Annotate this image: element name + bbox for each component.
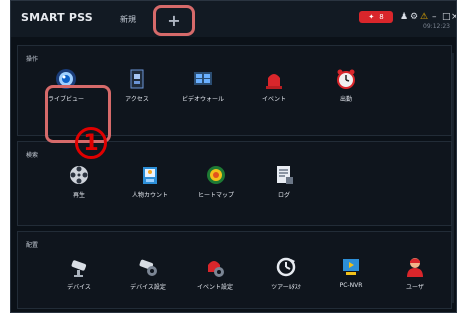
menu-item-event[interactable]: イベント: [244, 68, 304, 103]
tour-task-label: ツアーﾙﾀｽｸ: [271, 284, 301, 291]
menu-item-device[interactable]: デバイス: [49, 256, 109, 291]
close-icon[interactable]: ×: [451, 11, 456, 23]
menu-item-log[interactable]: ログ: [254, 164, 314, 199]
alarm-notification-badge[interactable]: ✦ 8: [359, 11, 393, 23]
attendance-label: 出勤: [339, 96, 352, 103]
section-label-search: 検索: [26, 152, 39, 159]
tab-home[interactable]: 新規: [120, 14, 136, 25]
user-icon[interactable]: ♟: [400, 11, 408, 23]
device-config-label: デバイス設定: [130, 284, 166, 291]
heatmap-label: ヒートマップ: [197, 192, 234, 199]
pc-nvr-label: PC-NVR: [339, 282, 363, 289]
menu-item-event-config[interactable]: イベント設定: [185, 256, 245, 291]
section-config: 配置 デバイス デバイス設定 イベント設定 ツアーﾙﾀｽｸ PC-NVR ユーザ: [17, 231, 452, 309]
settings-icon[interactable]: ⚙: [410, 11, 418, 23]
alarm-icon: ✦: [368, 13, 375, 21]
menu-item-device-config[interactable]: デバイス設定: [118, 256, 178, 291]
log-label: ログ: [277, 192, 290, 199]
event-label: イベント: [261, 96, 286, 103]
menu-item-videowall[interactable]: ビデオウォール: [173, 68, 233, 103]
menu-item-pc-nvr[interactable]: PC-NVR: [321, 256, 381, 289]
maximize-icon[interactable]: □: [442, 11, 451, 23]
event-config-label: イベント設定: [196, 284, 233, 291]
clock: 09:12:23: [423, 23, 450, 30]
pc-nvr-icon: [340, 256, 362, 278]
heatmap-icon: [205, 164, 227, 186]
access-icon: [126, 68, 148, 90]
video-wall-icon: [192, 68, 214, 90]
device-label: デバイス: [67, 284, 91, 291]
camera-settings-icon: [137, 256, 159, 278]
camera-device-icon: [68, 256, 90, 278]
user-avatar-icon: [404, 256, 426, 278]
access-label: アクセス: [125, 96, 149, 103]
film-reel-icon: [68, 164, 90, 186]
people-count-label: 人物カウント: [131, 192, 168, 199]
title-bar: SMART PSS 新規 + ✦ 8 ♟ ⚙ ⚠ – □ × 09:12:23: [11, 1, 456, 37]
menu-item-playback[interactable]: 再生: [49, 164, 109, 199]
section-label-config: 配置: [26, 242, 39, 249]
menu-item-access[interactable]: アクセス: [107, 68, 167, 103]
clock-icon: [335, 68, 357, 90]
app-window: SMART PSS 新規 + ✦ 8 ♟ ⚙ ⚠ – □ × 09:12:23 …: [10, 0, 457, 313]
plus-icon: +: [167, 11, 181, 30]
refresh-cycle-icon: [275, 256, 297, 278]
warning-icon[interactable]: ⚠: [420, 11, 428, 23]
videowall-label: ビデオウォール: [181, 96, 224, 103]
notification-count: 8: [379, 13, 384, 21]
menu-item-attendance[interactable]: 出勤: [316, 68, 376, 103]
section-label-operation: 操作: [26, 56, 39, 63]
app-title: SMART PSS: [21, 11, 93, 24]
minimize-icon[interactable]: –: [432, 11, 437, 23]
step-number-badge: 1: [75, 127, 107, 159]
playback-label: 再生: [72, 192, 85, 199]
log-document-icon: [273, 164, 295, 186]
menu-item-people-count[interactable]: 人物カウント: [120, 164, 180, 199]
menu-item-tour-task[interactable]: ツアーﾙﾀｽｸ: [256, 256, 316, 291]
menu-item-heatmap[interactable]: ヒートマップ: [186, 164, 246, 199]
people-count-icon: [139, 164, 161, 186]
menu-item-user[interactable]: ユーザ: [385, 256, 445, 291]
user-label: ユーザ: [406, 284, 424, 291]
alarm-siren-icon: [263, 68, 285, 90]
alarm-settings-icon: [204, 256, 226, 278]
add-tab-button[interactable]: +: [153, 5, 195, 36]
